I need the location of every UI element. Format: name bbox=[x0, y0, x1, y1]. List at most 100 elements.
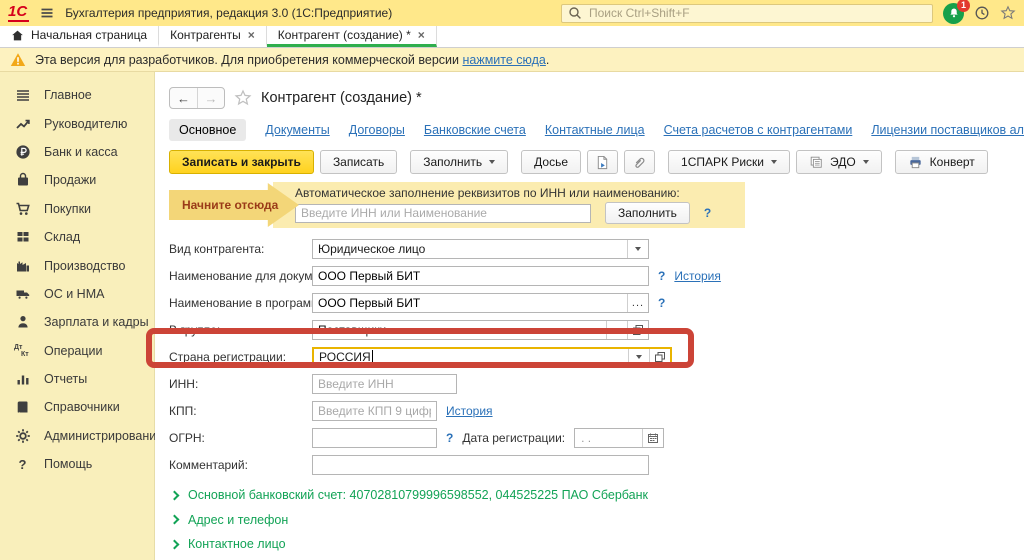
ogrn-field bbox=[312, 428, 437, 448]
open-button[interactable] bbox=[649, 349, 670, 365]
chevron-down-icon bbox=[614, 328, 620, 332]
sidebar-item-os-nma[interactable]: ОС и НМА bbox=[0, 280, 154, 308]
sidebar-item-label: Главное bbox=[44, 88, 92, 102]
start-here-label: Начните отсюда bbox=[182, 198, 278, 212]
autofill-help-link[interactable]: ? bbox=[704, 206, 711, 220]
inn-name-autofill-input[interactable] bbox=[295, 204, 591, 223]
sidebar-item-purchases[interactable]: Покупки bbox=[0, 195, 154, 223]
dropdown-button[interactable] bbox=[627, 240, 648, 258]
history-icon[interactable] bbox=[974, 5, 990, 21]
country-select[interactable]: РОССИЯ bbox=[312, 347, 672, 367]
favorites-star-icon[interactable] bbox=[1000, 5, 1016, 21]
open-button[interactable] bbox=[627, 321, 648, 339]
buy-version-link[interactable]: нажмите сюда bbox=[462, 53, 545, 67]
more-button[interactable]: ... bbox=[627, 294, 648, 312]
form-row-group: В группе: Поставщики bbox=[169, 316, 1024, 343]
kpp-history-link[interactable]: История bbox=[446, 404, 493, 418]
chevron-right-icon bbox=[170, 490, 180, 500]
export-file-button[interactable] bbox=[587, 150, 618, 174]
collapsible-sections: Основной банковский счет: 40702810799996… bbox=[169, 483, 1024, 560]
tab-settlement-accounts[interactable]: Счета расчетов с контрагентами bbox=[664, 123, 853, 137]
section-contact-person[interactable]: Контактное лицо bbox=[169, 532, 1024, 557]
sidebar-item-manager[interactable]: Руководителю bbox=[0, 109, 154, 137]
sidebar-item-directories[interactable]: Справочники bbox=[0, 393, 154, 421]
kind-select[interactable]: Юридическое лицо bbox=[312, 239, 649, 259]
field-label: ОГРН: bbox=[169, 431, 312, 445]
section-additional-info[interactable]: Дополнительная информация bbox=[169, 557, 1024, 560]
name-docs-help-link[interactable]: ? bbox=[658, 269, 665, 283]
search-input[interactable] bbox=[587, 5, 926, 21]
field-label: Комментарий: bbox=[169, 458, 312, 472]
sidebar-item-main[interactable]: Главное bbox=[0, 81, 154, 109]
main-menu-icon[interactable] bbox=[39, 5, 55, 21]
favorite-star-icon[interactable] bbox=[234, 89, 252, 107]
envelope-print-button[interactable]: Конверт bbox=[895, 150, 988, 174]
notification-center-icon[interactable]: 1 bbox=[943, 3, 964, 24]
save-and-close-button[interactable]: Записать и закрыть bbox=[169, 150, 314, 174]
name-docs-history-link[interactable]: История bbox=[674, 269, 721, 283]
back-button[interactable]: ← bbox=[170, 88, 197, 108]
tab-dokumenty[interactable]: Документы bbox=[265, 123, 329, 137]
name-program-help-link[interactable]: ? bbox=[658, 296, 665, 310]
tab-home[interactable]: Начальная страница bbox=[0, 26, 159, 47]
sidebar-item-label: Производство bbox=[44, 259, 126, 273]
ogrn-help-link[interactable]: ? bbox=[446, 431, 453, 445]
save-button[interactable]: Записать bbox=[320, 150, 397, 174]
form-row-kpp: КПП: История bbox=[169, 397, 1024, 424]
autofill-button[interactable]: Заполнить bbox=[605, 202, 690, 224]
forward-button[interactable]: → bbox=[197, 88, 224, 108]
attachments-button[interactable] bbox=[624, 150, 655, 174]
sidebar-item-reports[interactable]: Отчеты bbox=[0, 365, 154, 393]
sidebar-item-production[interactable]: Производство bbox=[0, 251, 154, 279]
tab-bar: Начальная страница Контрагенты × Контраг… bbox=[0, 26, 1024, 48]
form-row-name-docs: Наименование для документов: ? История bbox=[169, 262, 1024, 289]
sidebar-item-operations[interactable]: ДтКт Операции bbox=[0, 337, 154, 365]
sidebar-item-administration[interactable]: Администрирование bbox=[0, 422, 154, 450]
tab-osnovnoe[interactable]: Основное bbox=[169, 119, 246, 141]
reg-date-input[interactable]: . . bbox=[575, 431, 642, 445]
tab-kontragenty[interactable]: Контрагенты × bbox=[159, 26, 267, 47]
calendar-button[interactable] bbox=[642, 429, 663, 447]
section-address-phone[interactable]: Адрес и телефон bbox=[169, 508, 1024, 533]
kpp-input[interactable] bbox=[313, 404, 436, 418]
spark-risks-dropdown-button[interactable]: 1СПАРК Риски bbox=[668, 150, 790, 174]
ruble-circle-icon bbox=[14, 143, 31, 160]
name-docs-input[interactable] bbox=[313, 269, 648, 283]
comment-input[interactable] bbox=[313, 458, 648, 472]
tab-dogovory[interactable]: Договоры bbox=[349, 123, 405, 137]
tab-close-icon[interactable]: × bbox=[248, 28, 255, 42]
ogrn-input[interactable] bbox=[313, 431, 436, 445]
section-bank-account[interactable]: Основной банковский счет: 40702810799996… bbox=[169, 483, 1024, 508]
tab-kontragent-create[interactable]: Контрагент (создание) * × bbox=[267, 26, 437, 47]
form-row-name-program: Наименование в программе: ... ? bbox=[169, 289, 1024, 316]
edo-dropdown-button[interactable]: ЭДО bbox=[796, 150, 882, 174]
sidebar-item-salary-hr[interactable]: Зарплата и кадры bbox=[0, 308, 154, 336]
bar-chart-icon bbox=[14, 371, 31, 388]
group-select[interactable]: Поставщики bbox=[312, 320, 649, 340]
fill-dropdown-button[interactable]: Заполнить bbox=[410, 150, 508, 174]
sidebar-item-sales[interactable]: Продажи bbox=[0, 166, 154, 194]
name-program-input[interactable] bbox=[313, 296, 627, 310]
sidebar-item-help[interactable]: ? Помощь bbox=[0, 450, 154, 478]
kpp-field bbox=[312, 401, 437, 421]
sidebar-item-label: ОС и НМА bbox=[44, 287, 104, 301]
tab-close-icon[interactable]: × bbox=[418, 28, 425, 42]
dropdown-button[interactable] bbox=[606, 321, 627, 339]
sidebar-item-warehouse[interactable]: Склад bbox=[0, 223, 154, 251]
tab-contact-persons[interactable]: Контактные лица bbox=[545, 123, 645, 137]
dossier-button[interactable]: Досье bbox=[521, 150, 581, 174]
field-label: ИНН: bbox=[169, 377, 312, 391]
inn-input[interactable] bbox=[313, 377, 456, 391]
1c-logo-icon: 1С bbox=[8, 4, 29, 22]
dropdown-button[interactable] bbox=[628, 349, 649, 365]
edo-documents-icon bbox=[809, 155, 823, 169]
book-icon bbox=[14, 399, 31, 416]
sidebar-item-label: Склад bbox=[44, 230, 80, 244]
boxes-grid-icon bbox=[14, 229, 31, 246]
tab-bank-accounts[interactable]: Банковские счета bbox=[424, 123, 526, 137]
global-search[interactable] bbox=[561, 4, 933, 23]
auto-fill-panel: Автоматическое заполнение реквизитов по … bbox=[273, 182, 745, 228]
tab-alcohol-licenses[interactable]: Лицензии поставщиков алкогольной продукц… bbox=[871, 123, 1024, 137]
sidebar-item-bank-cash[interactable]: Банк и касса bbox=[0, 138, 154, 166]
warning-text: Эта версия для разработчиков. Для приобр… bbox=[35, 53, 549, 67]
